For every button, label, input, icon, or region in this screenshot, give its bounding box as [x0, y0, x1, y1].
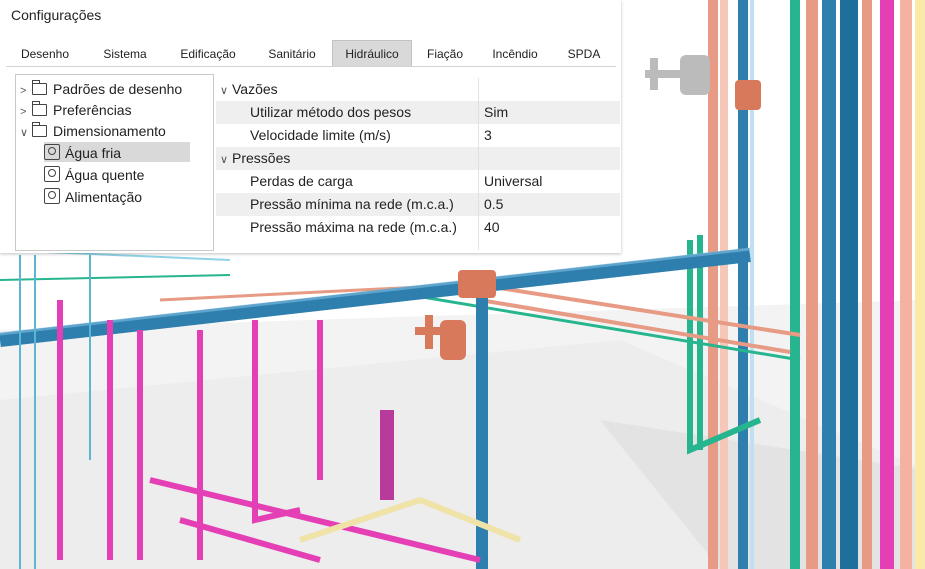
folder-icon [32, 80, 47, 95]
tree-label: Água quente [65, 167, 145, 183]
chevron-down-icon[interactable]: ∨ [220, 80, 232, 103]
tree-item-alimentacao[interactable]: Alimentação [44, 186, 142, 206]
tab-sistema[interactable]: Sistema [88, 42, 162, 66]
tree-label: Água fria [65, 145, 122, 161]
property-label: Utilizar método dos pesos [250, 104, 412, 120]
tree-label: Alimentação [65, 189, 143, 205]
tab-edificacao[interactable]: Edificação [169, 42, 247, 66]
property-label: Perdas de carga [250, 173, 353, 189]
chevron-down-icon[interactable]: ∨ [20, 123, 32, 143]
settings-page-icon [44, 188, 60, 204]
property-row-pressao-maxima[interactable]: Pressão máxima na rede (m.c.a.) 40 [216, 216, 620, 239]
folder-icon [32, 101, 47, 116]
tree-item-dimensionamento[interactable]: ∨ Dimensionamento [20, 121, 166, 141]
tree-item-preferencias[interactable]: > Preferências [20, 100, 132, 120]
folder-icon [32, 122, 47, 137]
property-label: Velocidade limite (m/s) [250, 127, 391, 143]
category-pressoes[interactable]: ∨ Pressões [216, 147, 620, 170]
property-value[interactable]: Sim [484, 101, 508, 124]
column-divider [478, 78, 479, 250]
configuracoes-dialog: Configurações Desenho Sistema Edificação… [0, 0, 621, 253]
category-label: Pressões [232, 150, 291, 166]
category-label: Vazões [232, 81, 278, 97]
elbow-fitting [735, 80, 761, 110]
settings-page-icon [44, 144, 60, 160]
property-label: Pressão mínima na rede (m.c.a.) [250, 196, 454, 212]
property-value[interactable]: 0.5 [484, 193, 503, 216]
tab-incendio[interactable]: Incêndio [482, 42, 548, 66]
tab-fiacao[interactable]: Fiação [416, 42, 474, 66]
settings-page-icon [44, 166, 60, 182]
property-value[interactable]: Universal [484, 170, 542, 193]
tree-item-agua-quente[interactable]: Água quente [44, 164, 144, 184]
tab-divider [6, 66, 616, 67]
magenta-riser [380, 410, 394, 500]
tree-label: Padrões de desenho [53, 81, 183, 97]
tree-label: Dimensionamento [53, 123, 166, 139]
settings-tree: > Padrões de desenho > Preferências ∨ Dimen… [15, 74, 214, 251]
property-row-pressao-minima[interactable]: Pressão mínima na rede (m.c.a.) 0.5 [216, 193, 620, 216]
tab-hidraulico[interactable]: Hidráulico [332, 40, 412, 67]
tab-desenho[interactable]: Desenho [10, 42, 80, 66]
tab-sanitario[interactable]: Sanitário [254, 42, 330, 66]
tree-item-padroes[interactable]: > Padrões de desenho [20, 79, 182, 99]
property-row-metodo-pesos[interactable]: Utilizar método dos pesos Sim [216, 101, 620, 124]
tab-spda[interactable]: SPDA [556, 42, 612, 66]
top-valve-icon [645, 55, 710, 95]
chevron-down-icon[interactable]: ∨ [220, 149, 232, 172]
property-row-velocidade[interactable]: Velocidade limite (m/s) 3 [216, 124, 620, 147]
tab-bar: Desenho Sistema Edificação Sanitário Hid… [6, 40, 616, 67]
property-row-perdas-carga[interactable]: Perdas de carga Universal [216, 170, 620, 193]
property-value[interactable]: 3 [484, 124, 492, 147]
property-grid: ∨ Vazões Utilizar método dos pesos Sim Ve… [216, 78, 620, 250]
property-value[interactable]: 40 [484, 216, 500, 239]
category-vazoes[interactable]: ∨ Vazões [216, 78, 620, 101]
tree-label: Preferências [53, 102, 132, 118]
property-label: Pressão máxima na rede (m.c.a.) [250, 219, 457, 235]
chevron-right-icon[interactable]: > [20, 102, 32, 122]
dialog-title: Configurações [11, 7, 102, 23]
chevron-right-icon[interactable]: > [20, 81, 32, 101]
tree-item-agua-fria[interactable]: Água fria [44, 142, 190, 162]
